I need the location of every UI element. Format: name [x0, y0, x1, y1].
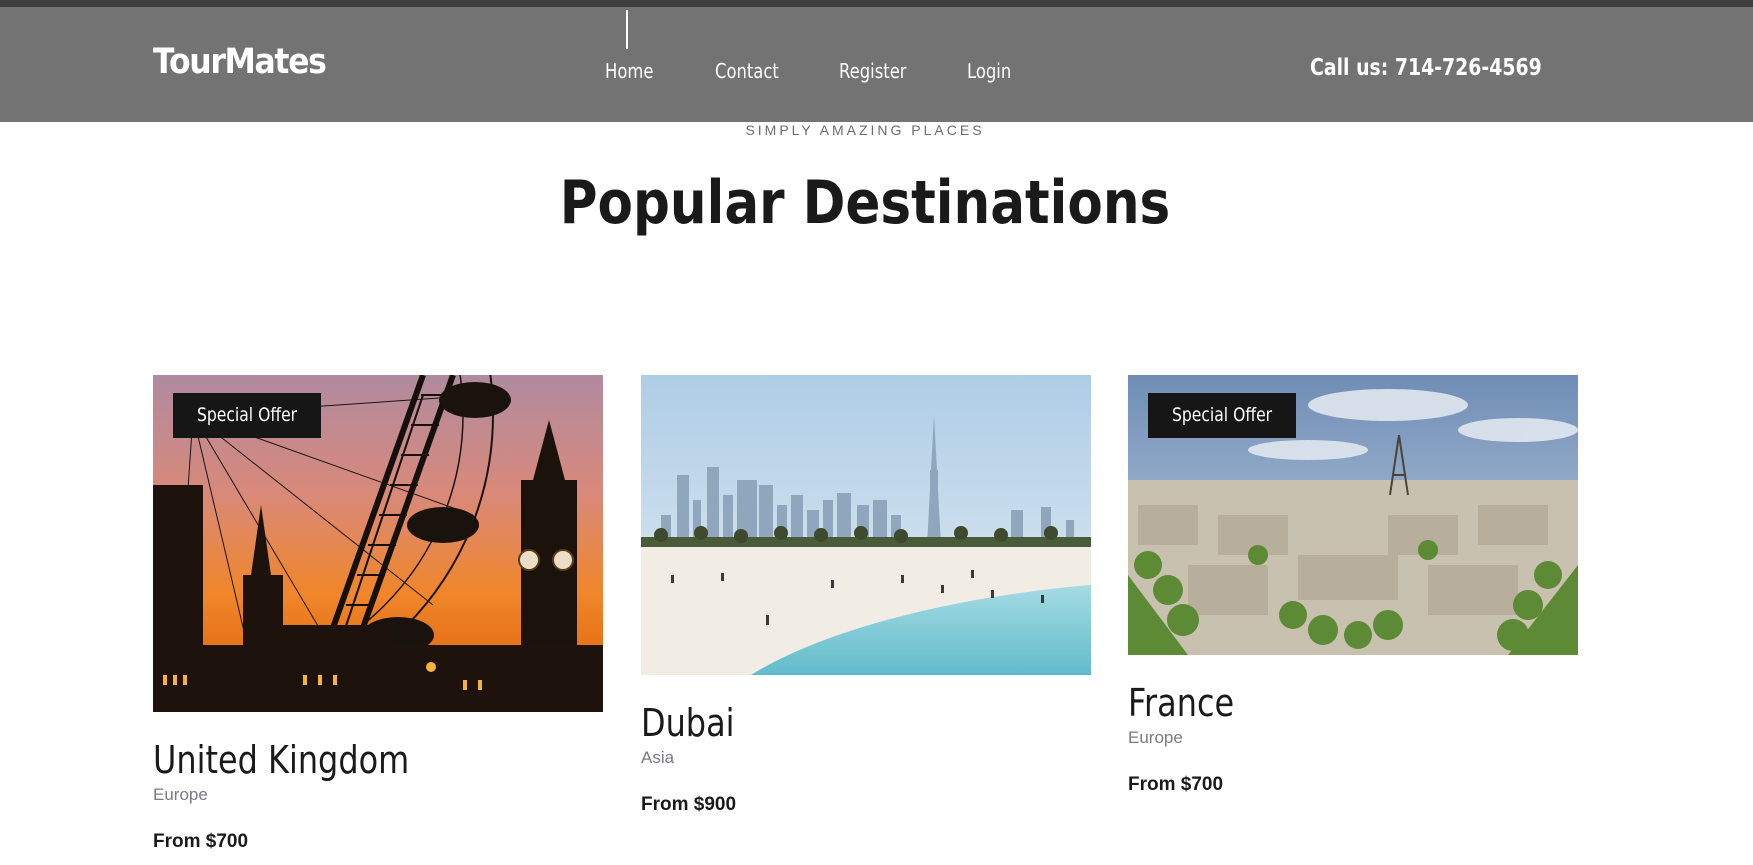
brand-logo[interactable]: TourMates [153, 42, 327, 82]
destination-name[interactable]: Dubai [641, 701, 1019, 745]
destination-image[interactable]: Special Offer [153, 375, 603, 712]
destination-price: From $700 [1128, 774, 1224, 795]
destination-region: Europe [1128, 728, 1183, 747]
destination-region: Asia [641, 748, 675, 767]
destination-card-france[interactable]: Special Offer France Europe From $700 [1128, 375, 1578, 796]
phone-number[interactable]: Call us: 714-726-4569 [1310, 55, 1542, 81]
special-offer-badge: Special Offer [1148, 393, 1296, 438]
nav-contact-link[interactable]: Contact [715, 59, 779, 83]
site-header: TourMates Home Contact Register Login Ca… [0, 0, 1753, 122]
destination-image[interactable]: Special Offer [1128, 375, 1578, 655]
nav-register-link[interactable]: Register [839, 59, 907, 83]
special-offer-badge: Special Offer [173, 393, 321, 438]
section-kicker: SIMPLY AMAZING PLACES [745, 122, 985, 138]
destination-image[interactable] [641, 375, 1091, 675]
destination-card-dubai[interactable]: Dubai Asia From $900 [641, 375, 1091, 816]
destination-price: From $900 [641, 794, 737, 815]
destination-price: From $700 [153, 831, 249, 852]
destination-card-united-kingdom[interactable]: Special Offer United Kingdom Europe From… [153, 375, 603, 853]
destination-name[interactable]: France [1128, 681, 1506, 725]
nav-divider [626, 10, 628, 49]
destination-name[interactable]: United Kingdom [153, 738, 531, 782]
nav-home-link[interactable]: Home [605, 59, 653, 83]
section-title: Popular Destinations [559, 168, 1171, 238]
dubai-skyline-beach-photo [641, 375, 1091, 675]
nav-login-link[interactable]: Login [967, 59, 1011, 83]
destination-region: Europe [153, 785, 208, 804]
